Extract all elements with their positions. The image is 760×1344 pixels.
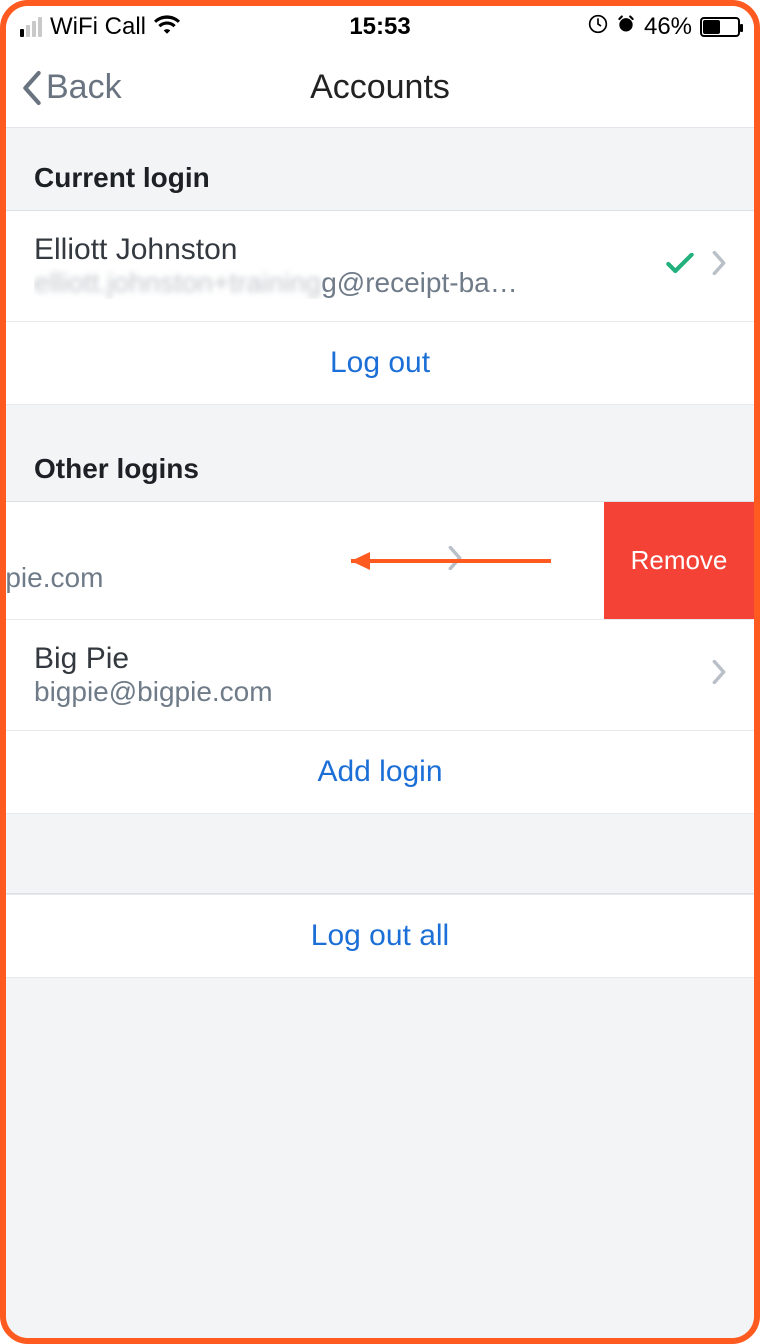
carrier-label: WiFi Call — [50, 13, 146, 41]
account-email: elliott.johnston+trainingg@receipt-ba… — [34, 267, 648, 299]
cellular-signal-icon — [20, 17, 42, 37]
alarm-icon — [616, 13, 636, 41]
device-frame: WiFi Call 15:53 46% Back A — [0, 0, 760, 1344]
clock: 15:53 — [349, 13, 410, 41]
back-button[interactable]: Back — [22, 68, 122, 107]
section-gap — [6, 814, 754, 894]
battery-icon — [700, 17, 740, 37]
status-right: 46% — [411, 13, 740, 41]
logout-button[interactable]: Log out — [6, 322, 754, 405]
section-header-other-logins: Other logins — [6, 405, 754, 502]
chevron-left-icon — [22, 71, 42, 105]
rotation-lock-icon — [588, 13, 608, 41]
other-account-row-swiped[interactable]: ie e@bigpie.com Remove — [6, 502, 754, 620]
logout-all-button[interactable]: Log out all — [6, 894, 754, 978]
battery-percentage: 46% — [644, 13, 692, 41]
redacted-email-part: elliott.johnston+training — [34, 267, 321, 299]
add-login-button[interactable]: Add login — [6, 731, 754, 814]
current-account-row[interactable]: Elliott Johnston elliott.johnston+traini… — [6, 211, 754, 322]
active-check-icon — [666, 249, 694, 283]
account-name: Big Pie — [34, 642, 694, 676]
remove-button[interactable]: Remove — [604, 502, 754, 619]
status-bar: WiFi Call 15:53 46% — [6, 6, 754, 48]
account-email: bigpie@bigpie.com — [34, 676, 694, 708]
account-name: ie — [6, 528, 430, 562]
chevron-right-icon — [448, 545, 462, 577]
empty-area — [6, 978, 754, 1338]
wifi-icon — [154, 13, 180, 41]
other-account-row[interactable]: Big Pie bigpie@bigpie.com — [6, 620, 754, 731]
chevron-right-icon — [712, 659, 726, 691]
account-name: Elliott Johnston — [34, 233, 648, 267]
back-label: Back — [46, 68, 122, 107]
account-email: e@bigpie.com — [6, 562, 430, 594]
nav-bar: Back Accounts — [6, 48, 754, 128]
section-header-current-login: Current login — [6, 128, 754, 211]
chevron-right-icon — [712, 250, 726, 282]
status-left: WiFi Call — [20, 13, 349, 41]
